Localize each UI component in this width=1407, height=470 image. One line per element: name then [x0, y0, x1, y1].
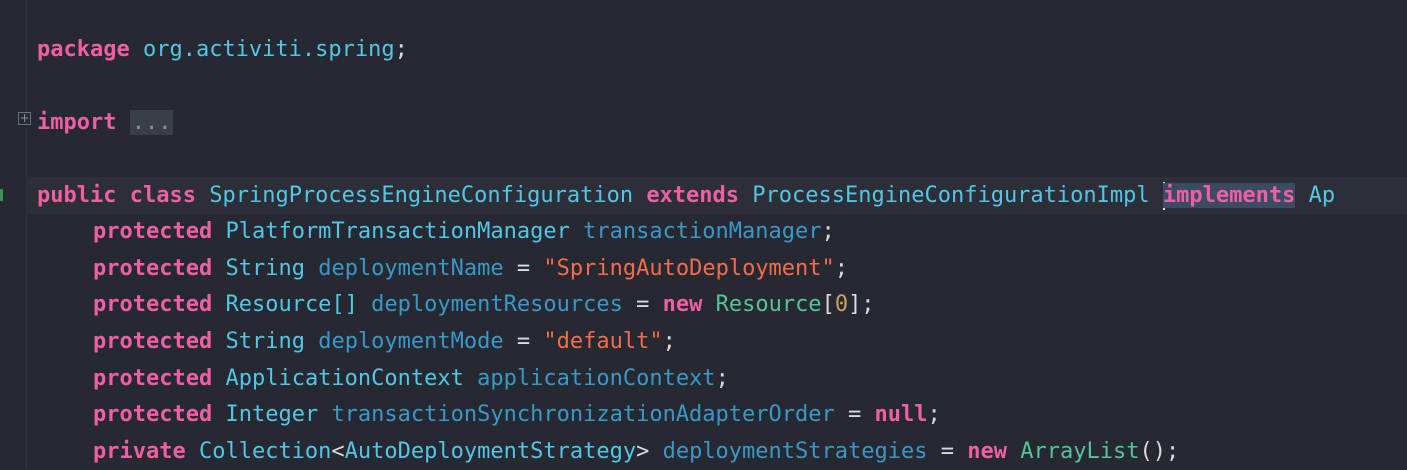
field-type: String: [225, 256, 305, 281]
generic-open: <: [331, 439, 345, 464]
code-line-field[interactable]: protected String deploymentMode = "defau…: [37, 323, 676, 360]
code-line-field[interactable]: private Collection<AutoDeploymentStrateg…: [37, 433, 1179, 470]
keyword-extends: extends: [646, 183, 740, 208]
field-name: applicationContext: [477, 366, 716, 391]
field-type: String: [225, 329, 305, 354]
modifier: protected: [93, 402, 213, 427]
superclass-name: ProcessEngineConfigurationImpl: [752, 183, 1150, 208]
code-line-field[interactable]: protected PlatformTransactionManager tra…: [37, 213, 835, 250]
semicolon: ;: [662, 329, 676, 354]
assign-operator: =: [503, 329, 544, 354]
field-name: deploymentStrategies: [662, 439, 928, 464]
semicolon: ;: [834, 256, 849, 281]
field-name: transactionSynchronizationAdapterOrder: [331, 402, 835, 427]
semicolon: ;: [715, 366, 729, 391]
bracket-close: ];: [848, 292, 875, 317]
constructor-name: ArrayList: [1020, 439, 1140, 464]
code-line-class-declaration[interactable]: public class SpringProcessEngineConfigur…: [26, 177, 1407, 214]
field-type: ApplicationContext: [225, 366, 464, 391]
semicolon: ;: [394, 37, 408, 62]
field-type: Resource[]: [225, 292, 358, 317]
field-name: deploymentName: [318, 256, 504, 281]
number-literal: 0: [834, 292, 849, 317]
modifier: protected: [93, 366, 213, 391]
code-line-package[interactable]: package org.activiti.spring;: [37, 31, 408, 68]
modifier: protected: [93, 219, 213, 244]
editor-gutter[interactable]: [0, 0, 27, 470]
class-name: SpringProcessEngineConfiguration: [209, 183, 634, 208]
semicolon: ;: [821, 219, 835, 244]
semicolon: ;: [927, 402, 941, 427]
string-literal: "default": [543, 329, 663, 354]
string-literal: "SpringAutoDeployment": [543, 256, 835, 281]
keyword-new: new: [967, 439, 1007, 464]
fold-expand-icon[interactable]: +: [18, 112, 31, 125]
bracket-open: [: [821, 292, 835, 317]
code-line-field[interactable]: protected String deploymentName = "Sprin…: [37, 250, 848, 287]
code-editor[interactable]: + package org.activiti.spring; import ..…: [0, 0, 1407, 470]
modifier: protected: [93, 256, 213, 281]
keyword-new: new: [662, 292, 703, 317]
field-name: deploymentResources: [371, 292, 623, 317]
code-line-import[interactable]: import ...: [37, 104, 174, 141]
run-gutter-marker[interactable]: [0, 189, 5, 201]
assign-operator: =: [834, 402, 875, 427]
assign-operator: =: [927, 439, 968, 464]
package-name: org.activiti.spring: [142, 37, 395, 62]
modifier: private: [93, 439, 186, 464]
code-line-field[interactable]: protected ApplicationContext application…: [37, 360, 729, 397]
keyword-import: import: [37, 110, 117, 135]
modifier: protected: [93, 292, 213, 317]
modifier: protected: [93, 329, 213, 354]
field-name: deploymentMode: [318, 329, 504, 354]
constructor-name: Resource: [715, 292, 822, 317]
keyword-class: class: [129, 183, 196, 208]
assign-operator: =: [622, 292, 663, 317]
code-line-field[interactable]: protected Resource[] deploymentResources…: [37, 286, 875, 323]
field-type: PlatformTransactionManager: [225, 219, 570, 244]
generic-type: AutoDeploymentStrategy: [344, 439, 637, 464]
folded-imports[interactable]: ...: [129, 110, 174, 135]
keyword-package: package: [37, 37, 130, 62]
field-type: Collection: [198, 439, 332, 464]
field-type: Integer: [225, 402, 319, 427]
keyword-public: public: [37, 183, 117, 208]
assign-operator: =: [503, 256, 544, 281]
code-line-field[interactable]: protected Integer transactionSynchroniza…: [37, 396, 941, 433]
generic-close: >: [636, 439, 650, 464]
call-close: ();: [1139, 439, 1180, 464]
keyword-implements: implements: [1162, 183, 1296, 208]
field-name: transactionManager: [583, 219, 822, 244]
interface-name-partial: Ap: [1308, 183, 1336, 208]
keyword-null: null: [874, 402, 928, 427]
